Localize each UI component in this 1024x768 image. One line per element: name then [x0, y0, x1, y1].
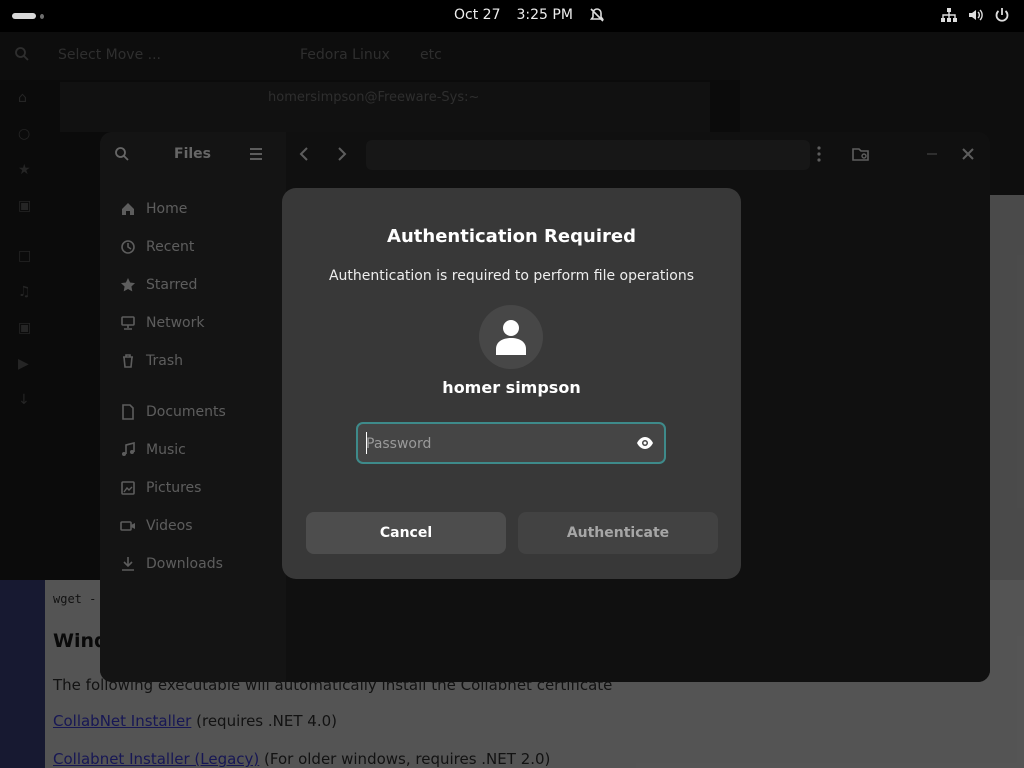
show-password-icon[interactable] — [636, 435, 654, 455]
dialog-subtitle: Authentication is required to perform fi… — [328, 268, 695, 284]
clock-date: Oct 27 — [454, 7, 501, 23]
username-label: homer simpson — [442, 378, 581, 397]
dialog-title: Authentication Required — [387, 226, 636, 247]
authentication-dialog: Authentication Required Authentication i… — [282, 188, 741, 579]
power-icon — [994, 7, 1010, 23]
clock-time: 3:25 PM — [516, 7, 573, 23]
cancel-button[interactable]: Cancel — [306, 512, 506, 554]
avatar — [479, 305, 543, 369]
password-input[interactable] — [366, 434, 626, 454]
user-icon — [496, 320, 526, 355]
workspace-indicator — [39, 13, 44, 19]
volume-icon — [967, 7, 985, 23]
authenticate-button[interactable]: Authenticate — [518, 512, 718, 554]
clock[interactable]: Oct 27 3:25 PM — [454, 7, 605, 23]
password-field-container — [356, 422, 666, 464]
system-tray[interactable] — [940, 7, 1010, 23]
notifications-muted-icon — [589, 7, 605, 23]
activities-button[interactable] — [12, 12, 44, 20]
network-wired-icon — [940, 7, 958, 23]
top-bar: Oct 27 3:25 PM — [0, 0, 1024, 32]
workspace-indicator-active — [12, 13, 36, 19]
